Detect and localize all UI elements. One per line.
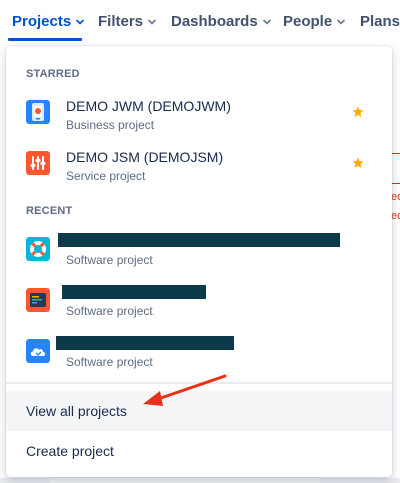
create-project-link[interactable]: Create project xyxy=(6,431,392,471)
chevron-down-icon xyxy=(262,19,271,25)
star-icon[interactable] xyxy=(352,157,364,169)
active-tab-indicator xyxy=(8,38,82,41)
nav-filters-label: Filters xyxy=(98,12,144,30)
project-type: Software project xyxy=(66,304,153,318)
recent-project-item[interactable]: Software project xyxy=(6,331,392,379)
project-name: DEMO JWM (DEMOJWM) xyxy=(66,98,231,114)
recent-project-item[interactable]: Software project xyxy=(6,280,392,328)
starred-project-item[interactable]: DEMO JSM (DEMOJSM) Service project xyxy=(6,145,392,193)
star-icon[interactable] xyxy=(352,106,364,118)
lifebuoy-project-icon xyxy=(26,237,50,261)
recent-project-item[interactable]: Software project xyxy=(6,229,392,277)
background-error-text: ec xyxy=(391,210,400,222)
background-red-divider xyxy=(392,183,400,184)
top-navigation: Projects Filters Dashboards People Plans xyxy=(0,0,400,42)
starred-project-item[interactable]: DEMO JWM (DEMOJWM) Business project xyxy=(6,94,392,142)
cloud-project-icon xyxy=(26,339,50,363)
project-type: Software project xyxy=(66,253,153,267)
chevron-down-icon xyxy=(76,19,85,25)
nav-plans[interactable]: Plans xyxy=(360,0,400,42)
recent-section-header: RECENT xyxy=(26,205,73,217)
starred-section-header: STARRED xyxy=(26,68,80,80)
chevron-down-icon xyxy=(337,19,345,25)
project-name: DEMO JSM (DEMOJSM) xyxy=(66,149,224,165)
project-type: Software project xyxy=(66,355,153,369)
nav-projects-label: Projects xyxy=(12,12,72,30)
project-type: Service project xyxy=(66,169,146,183)
business-project-icon xyxy=(26,100,50,124)
background-error-text: ec xyxy=(391,191,400,203)
nav-filters[interactable]: Filters xyxy=(98,0,157,42)
chevron-down-icon xyxy=(148,19,156,25)
nav-dashboards[interactable]: Dashboards xyxy=(171,0,272,42)
nav-people-label: People xyxy=(283,12,333,30)
code-editor-project-icon xyxy=(26,288,50,312)
nav-projects[interactable]: Projects xyxy=(12,0,85,42)
nav-people[interactable]: People xyxy=(283,0,346,42)
redacted-project-name xyxy=(62,285,206,299)
nav-dashboards-label: Dashboards xyxy=(171,12,258,30)
redacted-project-name xyxy=(56,336,234,350)
nav-plans-label: Plans xyxy=(360,12,400,30)
background-red-divider xyxy=(392,153,400,154)
projects-dropdown: STARRED DEMO JWM (DEMOJWM) Business proj… xyxy=(6,46,392,477)
view-all-projects-link[interactable]: View all projects xyxy=(6,391,392,431)
redacted-project-name xyxy=(58,233,340,247)
service-project-icon xyxy=(26,151,50,175)
menu-divider xyxy=(6,382,392,384)
project-type: Business project xyxy=(66,118,155,132)
